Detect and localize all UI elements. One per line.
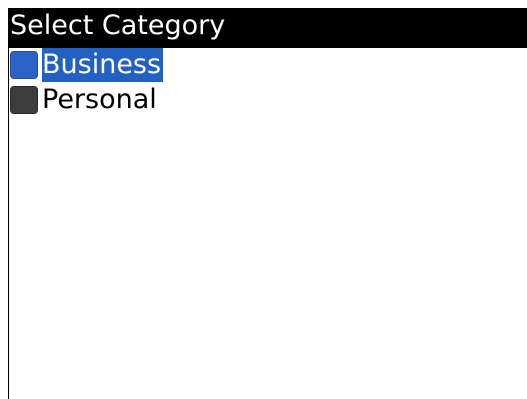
category-label-personal: Personal [42,84,157,115]
personal-color-swatch-icon [10,86,38,114]
select-category-screen: Select Category Business Personal [0,0,527,399]
category-item-personal[interactable]: Personal [10,83,159,117]
page-title: Select Category [10,10,226,41]
category-item-business[interactable]: Business [10,48,164,82]
business-color-swatch-icon [10,51,38,79]
category-label-business: Business [42,48,164,82]
left-border [8,48,9,399]
title-bar: Select Category [8,8,527,48]
